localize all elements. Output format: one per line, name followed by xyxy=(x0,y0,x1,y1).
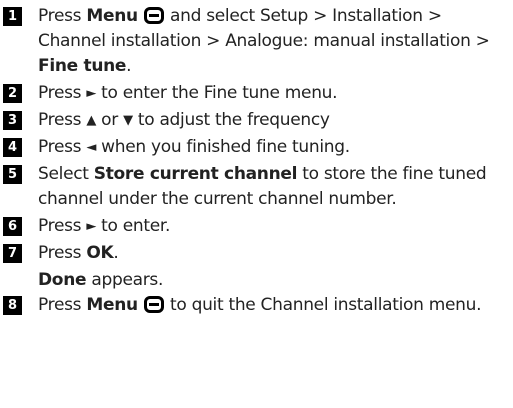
step-text: Press ◄ when you finished fine tuning. xyxy=(38,135,512,160)
text: to enter the Fine tune menu. xyxy=(96,83,338,103)
right-arrow-icon: ► xyxy=(86,86,97,101)
right-arrow-icon: ► xyxy=(86,219,97,234)
text: when you finished fine tuning. xyxy=(96,137,350,157)
text: Press xyxy=(38,137,87,157)
text: Press xyxy=(38,216,87,236)
menu-label: Menu xyxy=(86,295,138,315)
ok-label: OK xyxy=(86,243,114,263)
done-label: Done xyxy=(38,270,87,290)
text: to enter. xyxy=(96,216,171,236)
text: to quit the Channel installation menu. xyxy=(164,295,482,315)
step-1: 1 Press Menu and select Setup > Installa… xyxy=(0,4,513,79)
step-number: 5 xyxy=(3,165,22,184)
step-text: Press OK. xyxy=(38,241,512,266)
step-2: 2 Press ► to enter the Fine tune menu. xyxy=(0,81,513,106)
menu-label: Menu xyxy=(86,6,138,26)
text: . xyxy=(113,243,119,263)
step-7-result: Done appears. xyxy=(38,268,513,293)
text: or xyxy=(96,110,124,130)
text: Press xyxy=(38,243,87,263)
text: Select xyxy=(38,164,94,184)
left-arrow-icon: ◄ xyxy=(86,140,97,155)
step-text: Select Store current channel to store th… xyxy=(38,162,512,212)
step-8: 8 Press Menu to quit the Channel install… xyxy=(0,293,513,318)
step-number: 1 xyxy=(3,7,22,26)
step-number: 8 xyxy=(3,296,22,315)
text: Press xyxy=(38,295,87,315)
up-arrow-icon: ▲ xyxy=(86,113,97,128)
step-5: 5 Select Store current channel to store … xyxy=(0,162,513,212)
menu-button-icon xyxy=(143,7,164,24)
instruction-steps: 1 Press Menu and select Setup > Installa… xyxy=(0,4,513,320)
text: Press xyxy=(38,6,87,26)
text: Press xyxy=(38,83,87,103)
fine-tune-label: Fine tune xyxy=(38,56,127,76)
step-text: Press Menu and select Setup > Installati… xyxy=(38,4,512,79)
down-arrow-icon: ▼ xyxy=(123,113,133,128)
menu-button-icon xyxy=(143,296,164,313)
step-number: 4 xyxy=(3,138,22,157)
step-7: 7 Press OK. xyxy=(0,241,513,266)
store-current-channel-label: Store current channel xyxy=(93,164,298,184)
text: to adjust the frequency xyxy=(132,110,330,130)
step-number: 2 xyxy=(3,84,22,103)
step-text: Press Menu to quit the Channel installat… xyxy=(38,293,512,318)
step-6: 6 Press ► to enter. xyxy=(0,214,513,239)
step-number: 6 xyxy=(3,217,22,236)
step-number: 3 xyxy=(3,111,22,130)
step-4: 4 Press ◄ when you finished fine tuning. xyxy=(0,135,513,160)
step-text: Press ▲ or ▼ to adjust the frequency xyxy=(38,108,512,133)
step-3: 3 Press ▲ or ▼ to adjust the frequency xyxy=(0,108,513,133)
step-text: Press ► to enter. xyxy=(38,214,512,239)
text: Press xyxy=(38,110,87,130)
step-number: 7 xyxy=(3,244,22,263)
text: appears. xyxy=(86,270,164,290)
step-text: Press ► to enter the Fine tune menu. xyxy=(38,81,512,106)
text: . xyxy=(126,56,132,76)
